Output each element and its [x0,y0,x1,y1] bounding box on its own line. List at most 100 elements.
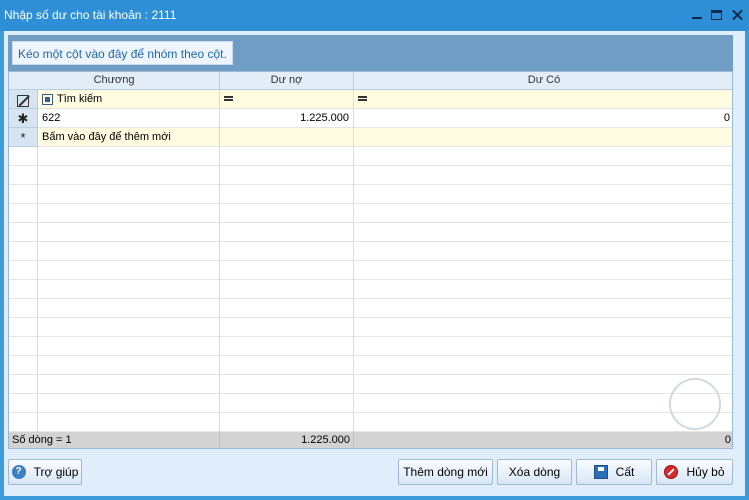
cancel-button[interactable]: Hủy bỏ [656,459,733,485]
empty-row-indicator [9,242,38,261]
empty-cell [220,375,354,394]
empty-row-indicator [9,223,38,242]
empty-row-indicator [9,356,38,375]
group-by-panel[interactable]: Kéo một cột vào đây để nhóm theo cột. [8,35,733,71]
empty-row [9,299,732,318]
empty-cell [38,375,220,394]
empty-row-indicator [9,337,38,356]
column-header-chuong[interactable]: Chương [9,72,220,90]
table-row[interactable]: ✱ 622 1.225.000 0 [9,109,732,128]
new-row-cell-du-co[interactable] [354,128,732,147]
cancel-button-label: Hủy bỏ [686,465,725,479]
empty-row [9,280,732,299]
row-count: Số dòng = 1 [9,432,220,448]
empty-row [9,261,732,280]
empty-row [9,242,732,261]
column-header-du-no[interactable]: Dư nợ [220,72,354,90]
filter-cell-du-co[interactable] [354,90,732,109]
help-button-label: Trợ giúp [33,465,79,479]
window-title: Nhập số dư cho tài khoản : 2111 [4,8,177,22]
empty-cell [354,318,732,337]
equals-icon[interactable] [358,96,367,102]
cell-du-co[interactable]: 0 [354,109,732,128]
empty-cell [38,204,220,223]
empty-cell [38,299,220,318]
floppy-disk-icon [593,464,608,479]
cell-du-no[interactable]: 1.225.000 [220,109,354,128]
empty-cell [38,223,220,242]
row-indicator-edit-icon[interactable]: ✱ [9,109,38,128]
empty-cell [220,185,354,204]
empty-cell [38,261,220,280]
empty-cell [354,147,732,166]
new-row-asterisk-icon: * [9,128,38,147]
dialog-body: Kéo một cột vào đây để nhóm theo cột. Ch… [4,31,745,496]
total-du-no: 1.225.000 [220,432,354,448]
empty-cell [38,318,220,337]
empty-cell [38,413,220,432]
empty-cell [38,166,220,185]
empty-cell [354,356,732,375]
empty-row-indicator [9,261,38,280]
delete-row-button[interactable]: Xóa dòng [497,459,572,485]
empty-row [9,337,732,356]
empty-row [9,394,732,413]
new-row-cell-du-no[interactable] [220,128,354,147]
empty-cell [354,204,732,223]
column-header-du-co[interactable]: Dư Có [354,72,732,90]
total-du-co: 0 [724,434,731,446]
empty-row [9,356,732,375]
empty-cell [354,185,732,204]
empty-row [9,223,732,242]
cell-chuong[interactable]: 622 [38,109,220,128]
empty-cell [220,394,354,413]
filter-operator-icon[interactable] [42,93,53,105]
dialog-window: Nhập số dư cho tài khoản : 2111 Kéo một … [0,0,749,500]
add-row-button[interactable]: Thêm dòng mới [398,459,493,485]
empty-row [9,375,732,394]
empty-cell [220,261,354,280]
empty-cell [220,223,354,242]
empty-cell [38,242,220,261]
empty-row-indicator [9,413,38,432]
balance-grid[interactable]: Chương Dư nợ Dư Có Tìm kiếm ✱ 622 1.225.… [8,71,733,449]
empty-cell [220,299,354,318]
empty-row [9,185,732,204]
empty-cell [220,204,354,223]
summary-footer: Số dòng = 1 1.225.000 0 [9,432,732,448]
maximize-icon[interactable] [708,6,726,24]
empty-row-indicator [9,204,38,223]
title-bar: Nhập số dư cho tài khoản : 2111 [0,0,749,31]
filter-row-indicator[interactable] [9,90,38,109]
empty-row-indicator [9,185,38,204]
empty-cell [220,318,354,337]
filter-search-text: Tìm kiếm [57,93,103,105]
empty-cell [354,337,732,356]
empty-cell [220,166,354,185]
new-item-row[interactable]: * Bấm vào đây để thêm mới [9,128,732,147]
group-by-hint: Kéo một cột vào đây để nhóm theo cột. [12,41,233,65]
empty-cell [354,223,732,242]
empty-row [9,147,732,166]
equals-icon[interactable] [224,96,233,102]
help-button[interactable]: ? Trợ giúp [8,459,82,485]
filter-row: Tìm kiếm [9,90,732,109]
empty-cell [38,185,220,204]
close-icon[interactable] [728,6,746,24]
empty-row [9,318,732,337]
empty-cell [38,147,220,166]
empty-cell [354,166,732,185]
empty-row-indicator [9,375,38,394]
empty-row-indicator [9,166,38,185]
filter-cell-du-no[interactable] [220,90,354,109]
empty-cell [354,261,732,280]
empty-cell [220,413,354,432]
empty-cell [220,147,354,166]
new-row-prompt[interactable]: Bấm vào đây để thêm mới [38,128,220,147]
cancel-icon [664,464,679,479]
clear-filter-icon[interactable] [17,94,29,107]
filter-cell-chuong[interactable]: Tìm kiếm [38,90,220,109]
save-button[interactable]: Cất [576,459,652,485]
minimize-icon[interactable] [688,6,706,24]
empty-cell [354,280,732,299]
